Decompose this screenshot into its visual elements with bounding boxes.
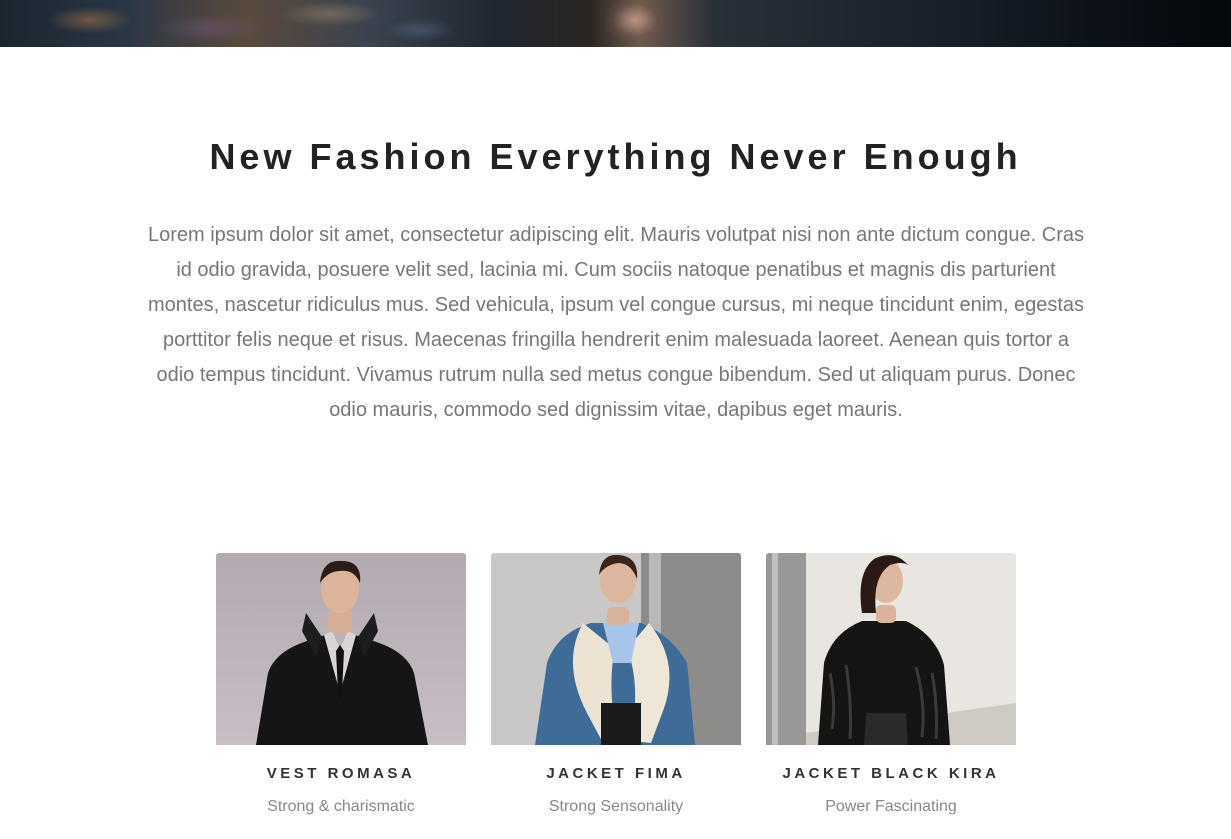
product-name[interactable]: JACKET BLACK KIRA bbox=[766, 765, 1016, 783]
hero-banner-image bbox=[0, 0, 1231, 47]
product-card[interactable]: VEST ROMASA Strong & charismatic bbox=[216, 553, 466, 817]
product-name[interactable]: JACKET FIMA bbox=[491, 765, 741, 783]
section-description: Lorem ipsum dolor sit amet, consectetur … bbox=[147, 224, 1085, 421]
product-tagline: Strong Sensonality bbox=[548, 798, 684, 815]
product-image-jacket-black-kira[interactable] bbox=[766, 553, 1016, 745]
hero-hand-detail bbox=[595, 0, 665, 47]
product-tagline: Strong & charismatic bbox=[267, 798, 415, 815]
product-image-vest-romasa[interactable] bbox=[216, 553, 466, 745]
product-card[interactable]: JACKET BLACK KIRA Power Fascinating bbox=[766, 553, 1016, 817]
product-image-jacket-fima[interactable] bbox=[491, 553, 741, 745]
product-grid: VEST ROMASA Strong & charismatic JACKET … bbox=[216, 553, 1016, 833]
product-name[interactable]: VEST ROMASA bbox=[216, 765, 466, 783]
section-title: New Fashion Everything Never Enough bbox=[209, 136, 1022, 177]
hero-fabric-detail bbox=[0, 0, 480, 47]
product-tagline: Power Fascinating bbox=[825, 798, 957, 815]
product-card[interactable]: JACKET FIMA Strong Sensonality bbox=[491, 553, 741, 817]
